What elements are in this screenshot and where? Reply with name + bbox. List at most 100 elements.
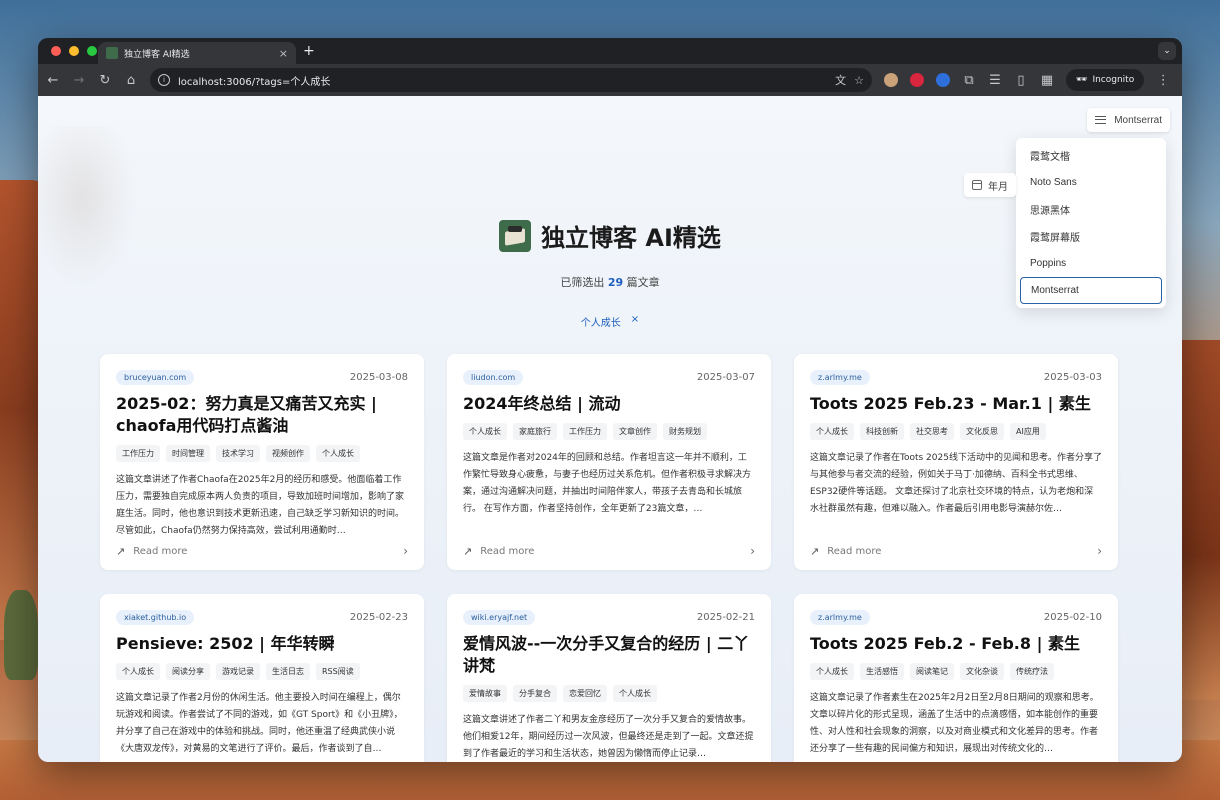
read-more-link[interactable]: ↗ Read more ›: [463, 544, 755, 558]
side-panel-icon[interactable]: ▯: [1014, 73, 1028, 88]
trending-up-icon: ↗: [116, 544, 126, 558]
back-arrow-icon[interactable]: ←: [46, 73, 60, 88]
browser-toolbar: ← → ↻ ⌂ i localhost:3006/?tags=个人成长 文 ☆ …: [38, 64, 1182, 96]
article-tag[interactable]: 工作压力: [116, 445, 160, 462]
publish-date: 2025-02-23: [349, 612, 408, 623]
site-favicon-icon: [106, 47, 118, 59]
article-tag[interactable]: 个人成长: [810, 423, 854, 440]
font-option[interactable]: Noto Sans: [1020, 169, 1162, 196]
extension-red-icon[interactable]: [910, 73, 924, 87]
article-tag[interactable]: AI应用: [1010, 423, 1046, 440]
active-tag-label[interactable]: 个人成长: [581, 314, 621, 329]
article-title[interactable]: 2025-02：努力真是又痛苦又充实 | chaofa用代码打点酱油: [116, 393, 408, 437]
article-tag[interactable]: 技术学习: [216, 445, 260, 462]
tab-layout-icon[interactable]: ▦: [1040, 73, 1054, 88]
extension-blue-icon[interactable]: [936, 73, 950, 87]
browser-window: 独立博客 AI精选 × + ⌄ ← → ↻ ⌂ i localhost:3006…: [38, 38, 1182, 762]
trending-up-icon: ↗: [810, 544, 820, 558]
article-tag[interactable]: 家庭旅行: [513, 423, 557, 440]
forward-arrow-icon[interactable]: →: [72, 73, 86, 88]
extensions-puzzle-icon[interactable]: ⧉: [962, 73, 976, 88]
article-tag[interactable]: 文章创作: [613, 423, 657, 440]
article-tag[interactable]: 个人成长: [810, 663, 854, 680]
source-domain-badge[interactable]: wiki.eryajf.net: [463, 610, 536, 625]
article-tag[interactable]: 传统疗法: [1010, 663, 1054, 680]
source-domain-badge[interactable]: xiaket.github.io: [116, 610, 195, 625]
bookmark-star-icon[interactable]: ☆: [854, 74, 864, 87]
article-tag[interactable]: 文化杂谈: [960, 663, 1004, 680]
article-tags: 爱情故事 分手复合 恋爱回忆 个人成长: [463, 685, 755, 702]
article-tag[interactable]: 个人成长: [613, 685, 657, 702]
article-tag[interactable]: 生活日志: [266, 663, 310, 680]
article-title[interactable]: 爱情风波--一次分手又复合的经历 | 二丫讲梵: [463, 633, 755, 677]
article-card[interactable]: wiki.eryajf.net 2025-02-21 爱情风波--一次分手又复合…: [447, 594, 771, 762]
article-tag[interactable]: 个人成长: [316, 445, 360, 462]
browser-menu-icon[interactable]: ⋮: [1156, 73, 1170, 88]
article-card[interactable]: z.arlmy.me 2025-03-03 Toots 2025 Feb.23 …: [794, 354, 1118, 570]
article-tag[interactable]: 恋爱回忆: [563, 685, 607, 702]
article-title[interactable]: Toots 2025 Feb.2 - Feb.8 | 素生: [810, 633, 1102, 655]
article-tag[interactable]: 社交思考: [910, 423, 954, 440]
article-title[interactable]: 2024年终总结 | 流动: [463, 393, 755, 415]
new-tab-button[interactable]: +: [303, 43, 315, 59]
article-tag[interactable]: 个人成长: [116, 663, 160, 680]
article-summary: 这篇文章讲述了作者二丫和男友金彦经历了一次分手又复合的爱情故事。他们相爱12年，…: [463, 715, 754, 759]
article-summary: 这篇文章记录了作者在Toots 2025线下活动中的见闻和思考。作者分享了与其他…: [810, 453, 1102, 514]
clear-tag-close-icon[interactable]: ×: [631, 314, 639, 329]
font-option[interactable]: Poppins: [1020, 250, 1162, 277]
article-card[interactable]: bruceyuan.com 2025-03-08 2025-02：努力真是又痛苦…: [100, 354, 424, 570]
tab-bar: 独立博客 AI精选 × + ⌄: [38, 38, 1182, 64]
article-tag[interactable]: 视频创作: [266, 445, 310, 462]
article-tag[interactable]: 阅读笔记: [910, 663, 954, 680]
extension-avatar-icon[interactable]: [884, 73, 898, 87]
article-tag[interactable]: 时间管理: [166, 445, 210, 462]
reload-icon[interactable]: ↻: [98, 73, 112, 88]
font-selector-button[interactable]: Montserrat: [1087, 108, 1170, 132]
article-tag[interactable]: 爱情故事: [463, 685, 507, 702]
card-meta: z.arlmy.me 2025-02-10: [810, 610, 1102, 625]
article-tag[interactable]: 游戏记录: [216, 663, 260, 680]
active-tag-filter: 个人成长 ×: [38, 314, 1182, 329]
article-card[interactable]: xiaket.github.io 2025-02-23 Pensieve: 25…: [100, 594, 424, 762]
font-option[interactable]: 霞鹜文楷: [1020, 142, 1162, 169]
card-meta: bruceyuan.com 2025-03-08: [116, 370, 408, 385]
article-card[interactable]: liudon.com 2025-03-07 2024年终总结 | 流动 个人成长…: [447, 354, 771, 570]
maximize-window-button[interactable]: [87, 46, 97, 56]
source-domain-badge[interactable]: z.arlmy.me: [810, 370, 870, 385]
minimize-window-button[interactable]: [69, 46, 79, 56]
incognito-label: Incognito: [1092, 75, 1135, 85]
home-icon[interactable]: ⌂: [124, 73, 138, 88]
filter-count-prefix: 已筛选出: [560, 276, 605, 289]
source-domain-badge[interactable]: liudon.com: [463, 370, 524, 385]
read-more-label: Read more: [480, 545, 535, 557]
article-tags: 工作压力 时间管理 技术学习 视频创作 个人成长: [116, 445, 408, 462]
article-tag[interactable]: 科技创新: [860, 423, 904, 440]
article-tag[interactable]: 文化反思: [960, 423, 1004, 440]
article-tag[interactable]: 财务规划: [663, 423, 707, 440]
close-window-button[interactable]: [51, 46, 61, 56]
read-more-link[interactable]: ↗ Read more ›: [116, 544, 408, 558]
article-tag[interactable]: 阅读分享: [166, 663, 210, 680]
article-title[interactable]: Pensieve: 2502 | 年华转瞬: [116, 633, 408, 655]
incognito-badge[interactable]: 🕶 Incognito: [1066, 69, 1145, 91]
tab-close-icon[interactable]: ×: [279, 47, 288, 60]
source-domain-badge[interactable]: z.arlmy.me: [810, 610, 870, 625]
year-month-filter-button[interactable]: 年月: [964, 173, 1016, 197]
article-tag[interactable]: 工作压力: [563, 423, 607, 440]
translate-icon[interactable]: 文: [835, 72, 846, 88]
read-more-left: ↗ Read more: [810, 545, 881, 558]
article-tag[interactable]: 分手复合: [513, 685, 557, 702]
read-more-link[interactable]: ↗ Read more ›: [810, 544, 1102, 558]
browser-tab[interactable]: 独立博客 AI精选 ×: [98, 42, 296, 64]
article-card[interactable]: z.arlmy.me 2025-02-10 Toots 2025 Feb.2 -…: [794, 594, 1118, 762]
article-tag[interactable]: 个人成长: [463, 423, 507, 440]
article-title[interactable]: Toots 2025 Feb.23 - Mar.1 | 素生: [810, 393, 1102, 415]
article-tag[interactable]: RSS阅读: [316, 663, 360, 680]
tab-search-chevron-icon[interactable]: ⌄: [1158, 42, 1176, 60]
window-controls: [51, 46, 97, 56]
reading-list-icon[interactable]: ☰: [988, 73, 1002, 88]
article-tag[interactable]: 生活感悟: [860, 663, 904, 680]
source-domain-badge[interactable]: bruceyuan.com: [116, 370, 195, 385]
site-info-icon[interactable]: i: [158, 74, 170, 86]
address-bar[interactable]: i localhost:3006/?tags=个人成长 文 ☆: [150, 68, 872, 92]
